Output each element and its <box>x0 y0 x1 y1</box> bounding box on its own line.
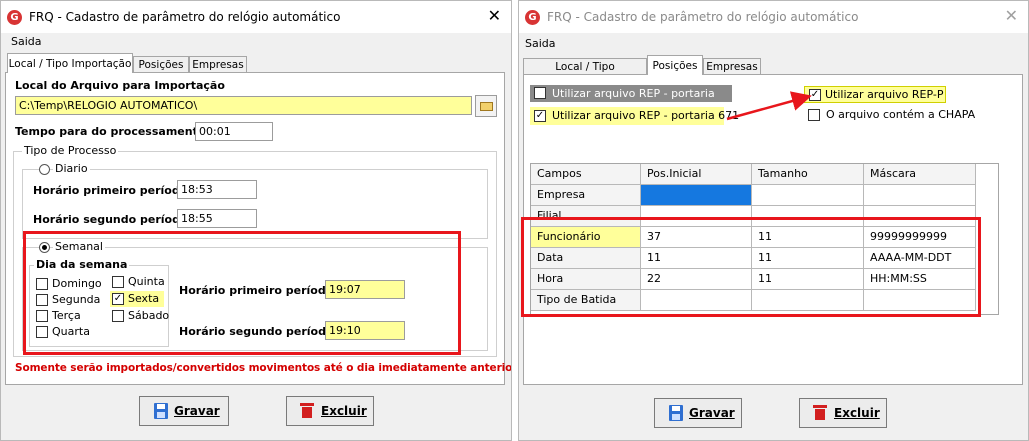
tab-empresas[interactable]: Empresas <box>189 56 247 72</box>
diario-radio[interactable] <box>39 164 50 175</box>
trash-icon <box>300 403 314 418</box>
save-icon <box>669 405 683 421</box>
rep-1510-option[interactable]: Utilizar arquivo REP - portaria 1510 <box>530 85 732 117</box>
diario-h2-label: Horário segundo período <box>33 213 188 226</box>
rep-1510-checkbox[interactable] <box>534 87 546 99</box>
rep-p-option[interactable]: ✓ Utilizar arquivo REP-P <box>804 86 946 103</box>
rep-671-label: Utilizar arquivo REP - portaria 671 <box>552 109 740 122</box>
grid-header: Tamanho <box>752 164 864 185</box>
menu-bar: Saida <box>1 33 511 51</box>
menu-saida[interactable]: Saida <box>525 37 556 50</box>
right-window: G FRQ - Cadastro de parâmetro do relógio… <box>518 0 1029 441</box>
left-window: G FRQ - Cadastro de parâmetro do relógio… <box>0 0 512 441</box>
tab-posicoes[interactable]: Posições <box>133 56 189 72</box>
rep-671-checkbox[interactable]: ✓ <box>534 110 546 122</box>
grid-row-header[interactable]: Empresa <box>531 185 641 206</box>
app-logo-icon: G <box>525 10 540 25</box>
grid-cell[interactable] <box>752 185 864 206</box>
diario-group: Diario Horário primeiro período 18:53 Ho… <box>22 162 488 239</box>
tipo-processo-label: Tipo de Processo <box>22 144 119 157</box>
window-title: FRQ - Cadastro de parâmetro do relógio a… <box>29 10 341 24</box>
app-logo-icon: G <box>7 10 22 25</box>
gravar-label: Gravar <box>689 406 735 420</box>
aviso-text: Somente serão importados/convertidos mov… <box>15 362 512 374</box>
excluir-button[interactable]: Excluir <box>286 396 374 426</box>
diario-h1-label: Horário primeiro período <box>33 184 188 197</box>
excluir-label: Excluir <box>321 404 367 418</box>
grid-header: Campos <box>531 164 641 185</box>
tempo-input[interactable]: 00:01 <box>195 122 273 141</box>
menu-saida[interactable]: Saida <box>11 35 42 48</box>
grid-header: Máscara <box>864 164 976 185</box>
gravar-label: Gravar <box>174 404 220 418</box>
tab-posicoes[interactable]: Posições <box>647 55 703 75</box>
tab-local-tipo-importacao[interactable]: Local / Tipo Importação <box>523 58 647 89</box>
chapa-label: O arquivo contém a CHAPA <box>826 108 976 121</box>
grid-cell[interactable] <box>641 185 752 206</box>
excluir-label: Excluir <box>834 406 880 420</box>
gravar-button[interactable]: Gravar <box>139 396 229 426</box>
rep-671-option[interactable]: ✓ Utilizar arquivo REP - portaria 671 <box>530 107 739 125</box>
save-icon <box>154 403 168 419</box>
highlight-grid-box <box>521 217 981 317</box>
local-arquivo-label: Local do Arquivo para Importação <box>15 79 225 92</box>
trash-icon <box>813 405 827 420</box>
rep-p-label: Utilizar arquivo REP-P <box>825 88 944 101</box>
title-bar: G FRQ - Cadastro de parâmetro do relógio… <box>519 1 1028 33</box>
diario-h1-input[interactable]: 18:53 <box>177 180 257 199</box>
highlight-semanal-box <box>23 231 461 355</box>
diario-label: Diario <box>53 162 90 175</box>
excluir-button[interactable]: Excluir <box>799 398 887 428</box>
grid-header: Pos.Inicial <box>641 164 752 185</box>
annotation-arrow <box>726 91 812 121</box>
grid-cell[interactable] <box>864 185 976 206</box>
window-title: FRQ - Cadastro de parâmetro do relógio a… <box>547 10 859 24</box>
close-icon[interactable]: ✕ <box>1005 7 1018 25</box>
local-arquivo-input[interactable]: C:\Temp\RELOGIO AUTOMATICO\ <box>15 96 472 115</box>
folder-open-icon[interactable] <box>475 95 497 117</box>
close-icon[interactable]: ✕ <box>488 7 501 25</box>
tab-empresas[interactable]: Empresas <box>703 58 761 74</box>
gravar-button[interactable]: Gravar <box>654 398 742 428</box>
tempo-label: Tempo para do processamento <box>15 125 206 138</box>
diario-h2-input[interactable]: 18:55 <box>177 209 257 228</box>
title-bar: G FRQ - Cadastro de parâmetro do relógio… <box>1 1 511 33</box>
tab-local-tipo-importacao[interactable]: Local / Tipo Importação <box>7 53 133 73</box>
menu-bar: Saida <box>519 33 1028 51</box>
